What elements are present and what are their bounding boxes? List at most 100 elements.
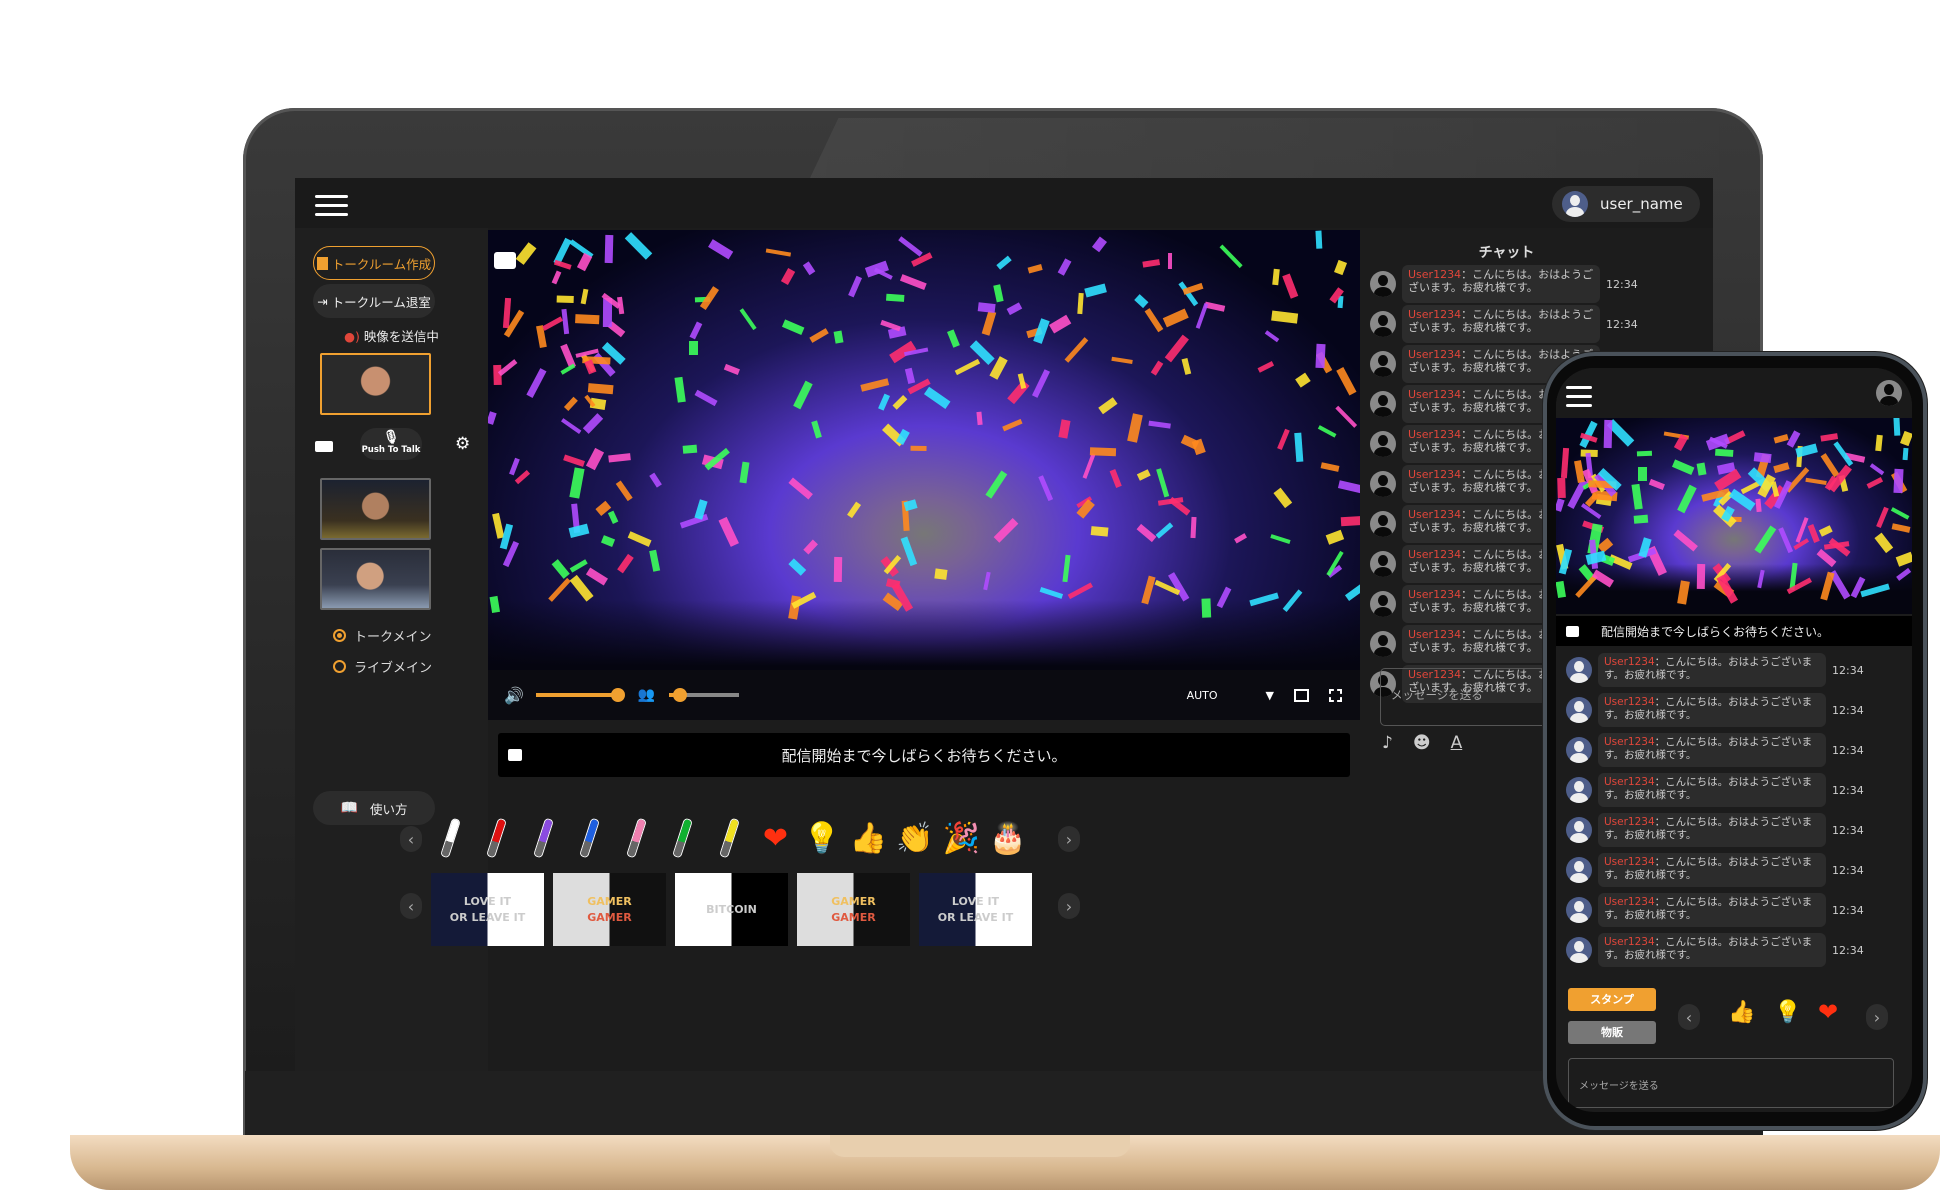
goods-print-text: LOVE IT xyxy=(951,894,1000,908)
avatar xyxy=(1370,271,1396,297)
goods-item[interactable]: GAMER GAMER xyxy=(553,873,666,946)
avatar[interactable] xyxy=(1876,380,1902,406)
volume-slider[interactable] xyxy=(535,688,625,702)
confetti xyxy=(615,480,634,502)
howto-button[interactable]: 📖 使い方 xyxy=(313,791,435,825)
radio-talk-main[interactable]: トークメイン xyxy=(333,626,431,645)
avatar xyxy=(1370,391,1396,417)
push-to-talk-button[interactable]: 🎙 Push To Talk xyxy=(360,428,422,460)
pink-penlight-stamp[interactable] xyxy=(616,816,656,860)
emoji-icon[interactable]: ☻ xyxy=(1413,733,1431,753)
goods-next-button[interactable]: › xyxy=(1058,893,1080,919)
confetti xyxy=(526,368,547,398)
mobile-message-input[interactable]: メッセージを送る xyxy=(1568,1058,1894,1108)
confetti xyxy=(781,319,805,336)
confetti xyxy=(739,307,757,330)
goods-print-text: OR LEAVE IT xyxy=(449,910,526,924)
confetti xyxy=(788,477,814,500)
participant-video-thumbnail[interactable] xyxy=(320,548,431,610)
message-user: User1234 xyxy=(1604,856,1655,868)
stamps-prev-button[interactable]: ‹ xyxy=(1678,1004,1700,1030)
confetti xyxy=(587,383,614,395)
pip-icon[interactable] xyxy=(1294,688,1309,702)
confetti xyxy=(708,239,734,260)
heart-stamp[interactable]: ❤ xyxy=(1818,998,1838,1026)
confetti xyxy=(560,418,582,435)
confetti xyxy=(1902,447,1909,461)
message-user: User1234 xyxy=(1408,388,1462,401)
stamps-next-button[interactable]: › xyxy=(1866,1004,1888,1030)
create-room-button[interactable]: トークルーム作成 xyxy=(313,246,435,280)
live-video[interactable]: 🔊 👥 AUTO ▼ xyxy=(488,230,1360,720)
self-video-thumbnail[interactable] xyxy=(320,353,431,415)
heart-stamp[interactable]: ❤ xyxy=(756,816,796,860)
menu-icon[interactable] xyxy=(1566,386,1592,408)
confetti xyxy=(542,316,563,331)
message-user: User1234 xyxy=(1408,548,1462,561)
stamps-prev-button[interactable]: ‹ xyxy=(400,826,422,852)
red-penlight-stamp[interactable] xyxy=(477,816,517,860)
participants-slider[interactable] xyxy=(669,688,740,702)
confetti xyxy=(1777,527,1793,554)
quality-select[interactable]: AUTO ▼ xyxy=(1187,689,1274,702)
user-menu[interactable]: user_name xyxy=(1552,186,1700,222)
confetti xyxy=(802,260,816,275)
goods-item[interactable]: GAMER GAMER xyxy=(797,873,910,946)
confetti xyxy=(909,445,927,451)
camera-switch-icon[interactable] xyxy=(494,252,516,269)
confetti xyxy=(576,252,593,272)
notice-bar: 配信開始まで今しばらくお待ちください。 xyxy=(498,733,1350,777)
confetti xyxy=(1696,563,1706,589)
goods-tab[interactable]: 物販 xyxy=(1568,1021,1656,1044)
goods-prev-button[interactable]: ‹ xyxy=(400,893,422,919)
party-popper-stamp[interactable]: 🎉 xyxy=(942,816,982,860)
thumbs-up-stamp[interactable]: 👍 xyxy=(849,816,889,860)
lightbulb-stamp[interactable]: 💡 xyxy=(802,816,842,860)
confetti xyxy=(1195,302,1209,329)
stamps-next-button[interactable]: › xyxy=(1058,826,1080,852)
sending-status: ●) 映像を送信中 xyxy=(344,329,439,344)
green-penlight-stamp[interactable] xyxy=(663,816,703,860)
confetti xyxy=(983,571,991,590)
text-format-icon[interactable]: A xyxy=(1451,733,1463,753)
settings-icon[interactable]: ⚙ xyxy=(455,434,470,454)
radio-icon xyxy=(333,660,346,673)
confetti xyxy=(1820,453,1840,478)
chat-message: User1234：こんにちは。おはようございます。お疲れ様です。 12:34 xyxy=(1566,892,1906,928)
mobile-live-video[interactable] xyxy=(1556,418,1912,614)
yellow-penlight-stamp[interactable] xyxy=(709,816,749,860)
leave-room-button[interactable]: ⇥ トークルーム退室 xyxy=(313,284,435,318)
fullscreen-icon[interactable] xyxy=(1329,688,1342,702)
purple-penlight-stamp[interactable] xyxy=(523,816,563,860)
goods-item[interactable]: LOVE IT OR LEAVE IT xyxy=(431,873,544,946)
birthday-cake-stamp[interactable]: 🎂 xyxy=(988,816,1028,860)
participants-icon[interactable]: 👥 xyxy=(638,687,655,703)
penlight-icon xyxy=(626,818,646,858)
goods-item[interactable]: BITCOIN xyxy=(675,873,788,946)
confetti xyxy=(562,454,585,468)
chat-title: チャット xyxy=(1478,245,1535,261)
stamp-tab[interactable]: スタンプ xyxy=(1568,988,1656,1011)
confetti xyxy=(954,358,981,375)
chat-message: User1234：こんにちは。おはようございます。お疲れ様です。 12:34 xyxy=(1370,264,1640,304)
confetti xyxy=(1082,452,1096,479)
confetti xyxy=(1133,293,1149,308)
participant-video-thumbnail[interactable] xyxy=(320,478,431,540)
confetti xyxy=(548,578,572,603)
blue-penlight-stamp[interactable] xyxy=(570,816,610,860)
white-penlight-stamp[interactable] xyxy=(430,816,470,860)
message-user: User1234 xyxy=(1408,628,1462,641)
lightbulb-stamp[interactable]: 💡 xyxy=(1774,1000,1801,1025)
music-icon[interactable]: ♪ xyxy=(1382,733,1393,753)
confetti xyxy=(1696,462,1707,476)
camera-icon[interactable] xyxy=(315,441,333,452)
menu-icon[interactable] xyxy=(315,195,348,217)
clapping-hands-stamp[interactable]: 👏 xyxy=(895,816,935,860)
volume-icon[interactable]: 🔊 xyxy=(504,686,524,705)
message-user: User1234 xyxy=(1408,588,1462,601)
confetti xyxy=(1869,463,1885,476)
thumbs-up-stamp[interactable]: 👍 xyxy=(1728,1000,1755,1025)
confetti xyxy=(1270,310,1298,323)
radio-live-main[interactable]: ライブメイン xyxy=(333,657,432,676)
goods-item[interactable]: LOVE IT OR LEAVE IT xyxy=(919,873,1032,946)
